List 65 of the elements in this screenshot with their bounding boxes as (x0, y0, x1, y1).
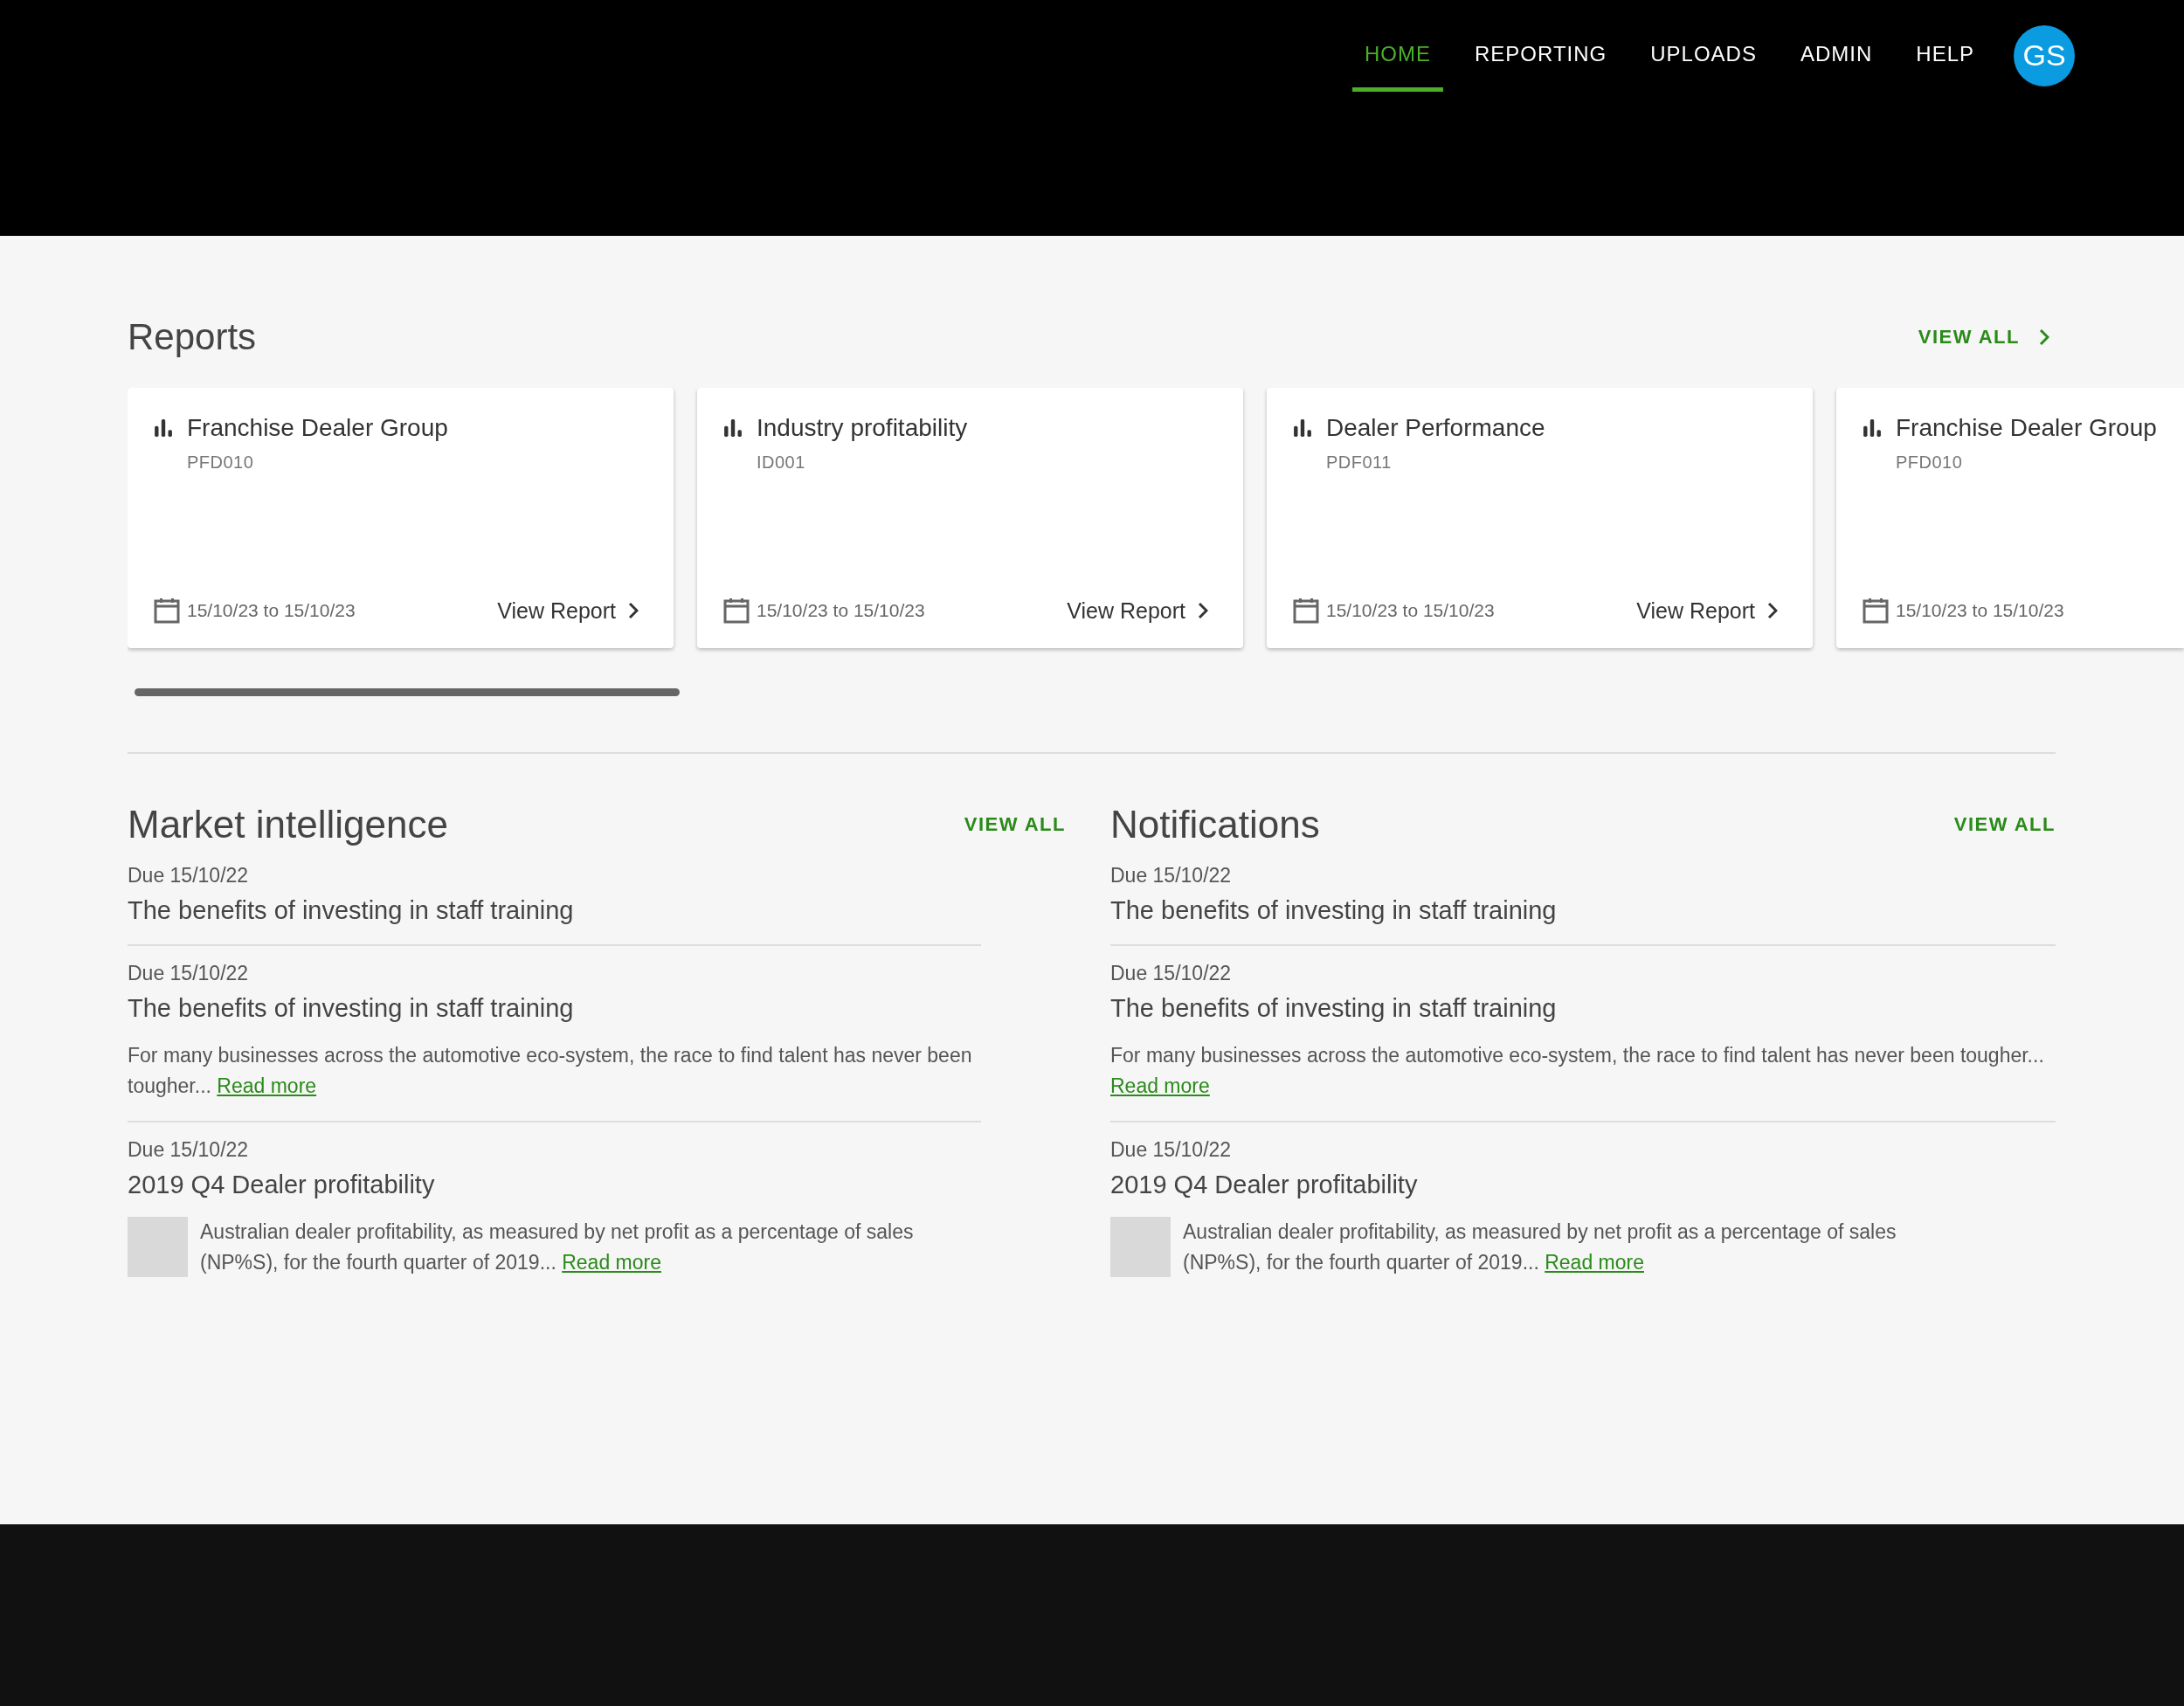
nav-tab[interactable]: ADMIN (1787, 24, 1885, 92)
item-summary: Australian dealer profitability, as measured by net profit as a percentage of sales (NP%S), for the fourth quarter of 2019... Read more (200, 1219, 915, 1275)
report-card[interactable]: Franchise Dealer Group PFD010 15/10/23 to 15/10/23 View Report (128, 388, 674, 648)
date-range: 15/10/23 to 15/10/23 (187, 600, 356, 621)
chevron-right-icon (628, 602, 639, 619)
report-code: ID001 (757, 452, 806, 473)
item-summary: For many businesses across the automotive eco-system, the race to find talent has never been tougher... Read more (128, 1043, 973, 1099)
due-date: Due 15/10/22 (128, 1138, 250, 1162)
read-more-link[interactable]: Read more (562, 1251, 661, 1274)
section-title: Reports (128, 316, 257, 358)
read-more-link[interactable]: Read more (1110, 1074, 1210, 1097)
item-title[interactable]: 2019 Q4 Dealer profitability (128, 1171, 981, 1199)
bar-chart-icon (1293, 418, 1312, 438)
item-title[interactable]: The benefits of investing in staff training (128, 994, 981, 1023)
view-report-link[interactable]: View Report (1067, 597, 1208, 624)
report-code: PFD010 (1896, 452, 1964, 473)
report-title: Franchise Dealer Group (187, 414, 448, 442)
view-all-link[interactable]: VIEW ALL (1953, 813, 2056, 836)
report-card[interactable]: Franchise Dealer Group PFD010 15/10/23 to 15/10/23 (1836, 388, 2184, 648)
calendar-icon (723, 597, 750, 624)
section-title: Market intelligence (128, 803, 448, 846)
read-more-link[interactable]: Read more (217, 1074, 317, 1097)
date-range: 15/10/23 to 15/10/23 (757, 600, 926, 621)
report-title: Franchise Dealer Group (1896, 414, 2157, 442)
item-summary: Australian dealer profitability, as measured by net profit as a percentage of sales (NP%S), for the fourth quarter of 2019... Read more (1183, 1219, 1897, 1275)
bar-chart-icon (1863, 418, 1882, 438)
report-code: PDF011 (1326, 452, 1393, 473)
view-all-link[interactable]: VIEW ALL (964, 813, 1066, 836)
thumbnail-placeholder (1110, 1217, 1171, 1277)
nav-tab[interactable]: HOME (1352, 24, 1443, 92)
due-date: Due 15/10/22 (1110, 962, 1233, 985)
due-date: Due 15/10/22 (128, 864, 250, 888)
due-date: Due 15/10/22 (128, 962, 250, 985)
report-title: Industry profitability (757, 414, 968, 442)
item-title[interactable]: The benefits of investing in staff training (1110, 994, 2056, 1023)
report-card[interactable]: Industry profitability ID001 15/10/23 to 15/10/23 View Report (697, 388, 1243, 648)
due-date: Due 15/10/22 (1110, 1138, 1233, 1162)
view-report-link[interactable]: View Report (497, 597, 639, 624)
nav-tab[interactable]: HELP (1904, 24, 1987, 92)
nav-tab[interactable]: UPLOADS (1638, 24, 1769, 92)
calendar-icon (1293, 597, 1319, 624)
calendar-icon (154, 597, 180, 624)
report-card[interactable]: Dealer Performance PDF011 15/10/23 to 15/10/23 View Report (1267, 388, 1813, 648)
date-range: 15/10/23 to 15/10/23 (1896, 600, 2065, 621)
section-title: Notifications (1110, 803, 1320, 846)
chevron-right-icon (1198, 602, 1208, 619)
nav-tab[interactable]: REPORTING (1462, 24, 1620, 92)
due-date: Due 15/10/22 (1110, 864, 1233, 888)
scrollbar[interactable] (135, 688, 680, 696)
item-title[interactable]: The benefits of investing in staff training (1110, 896, 2056, 925)
report-code: PFD010 (187, 452, 255, 473)
calendar-icon (1863, 597, 1889, 624)
read-more-link[interactable]: Read more (1545, 1251, 1644, 1274)
chevron-right-icon (2039, 328, 2049, 346)
date-range: 15/10/23 to 15/10/23 (1326, 600, 1496, 621)
bar-chart-icon (154, 418, 173, 438)
view-all-link[interactable]: VIEW ALL (1918, 326, 2049, 349)
thumbnail-placeholder (128, 1217, 188, 1277)
bar-chart-icon (723, 418, 743, 438)
item-summary: For many businesses across the automotive eco-system, the race to find talent has never been tougher... Read more (1110, 1043, 2045, 1099)
chevron-right-icon (1767, 602, 1778, 619)
view-report-link[interactable]: View Report (1636, 597, 1778, 624)
report-title: Dealer Performance (1326, 414, 1545, 442)
item-title[interactable]: 2019 Q4 Dealer profitability (1110, 1171, 2056, 1199)
item-title[interactable]: The benefits of investing in staff training (128, 896, 981, 925)
